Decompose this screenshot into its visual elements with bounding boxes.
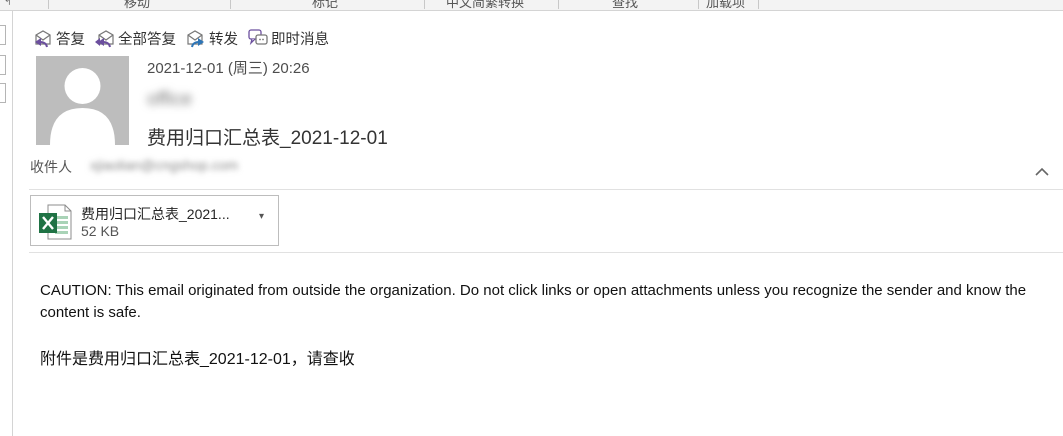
forward-button[interactable]: 转发	[185, 28, 238, 49]
instant-message-icon	[248, 29, 268, 46]
instant-message-button[interactable]: 即时消息	[247, 28, 329, 49]
caution-notice: CAUTION: This email originated from outs…	[40, 282, 1027, 321]
forward-icon	[187, 30, 204, 48]
collapse-header-icon[interactable]	[1034, 164, 1050, 180]
message-date: 2021-12-01 (周三) 20:26	[147, 60, 310, 77]
pane-scroll-tab[interactable]	[0, 55, 6, 75]
reply-all-button[interactable]: 全部答复	[94, 28, 176, 49]
ribbon-bar: ↰ 移动 标记 中文简繁转换 查找 加载项	[0, 0, 1063, 11]
ribbon-separator	[48, 0, 49, 9]
message-subject: 费用归口汇总表_2021-12-01	[147, 128, 388, 149]
ribbon-group-move[interactable]: 移动	[124, 0, 150, 10]
message-body-text: 附件是费用归口汇总表_2021-12-01，请查收	[40, 351, 355, 368]
instant-message-label: 即时消息	[271, 31, 329, 48]
ribbon-separator	[424, 0, 425, 9]
ribbon-group-find[interactable]: 查找	[612, 0, 638, 10]
pane-scroll-tab[interactable]	[0, 83, 6, 103]
ribbon-group-tags[interactable]: 标记	[312, 0, 338, 10]
ribbon-separator	[558, 0, 559, 9]
attachment-divider	[29, 252, 1063, 253]
folder-pane-edge	[0, 11, 13, 436]
reply-all-label: 全部答复	[118, 31, 176, 48]
reply-icon	[35, 30, 51, 48]
ribbon-corner-icon[interactable]: ↰	[4, 0, 12, 8]
excel-file-icon	[39, 204, 72, 240]
header-divider	[29, 189, 1063, 190]
attachment-menu-chevron-down-icon[interactable]: ▾	[259, 211, 264, 222]
ribbon-separator	[230, 0, 231, 9]
reply-label: 答复	[56, 31, 85, 48]
attachment-filename: 费用归口汇总表_2021...	[81, 206, 230, 222]
ribbon-separator	[698, 0, 699, 9]
person-silhouette-icon	[50, 68, 115, 145]
attachment-card[interactable]: 费用归口汇总表_2021... 52 KB ▾	[30, 195, 279, 246]
recipient-label: 收件人	[30, 159, 72, 175]
recipient-address[interactable]: xjiaolian@cngshop.com	[90, 157, 238, 173]
message-action-bar: 答复 全部答复 转发 即时消息	[32, 26, 338, 50]
ribbon-separator	[758, 0, 759, 9]
reply-button[interactable]: 答复	[32, 28, 85, 49]
sender-avatar	[36, 56, 129, 145]
reply-all-icon	[95, 30, 114, 48]
attachment-size: 52 KB	[81, 223, 120, 239]
ribbon-group-addins[interactable]: 加载项	[706, 0, 745, 10]
sender-name[interactable]: office	[147, 89, 192, 111]
pane-scroll-tab[interactable]	[0, 25, 6, 45]
forward-label: 转发	[209, 31, 238, 48]
ribbon-group-chinese-conversion[interactable]: 中文简繁转换	[446, 0, 524, 10]
